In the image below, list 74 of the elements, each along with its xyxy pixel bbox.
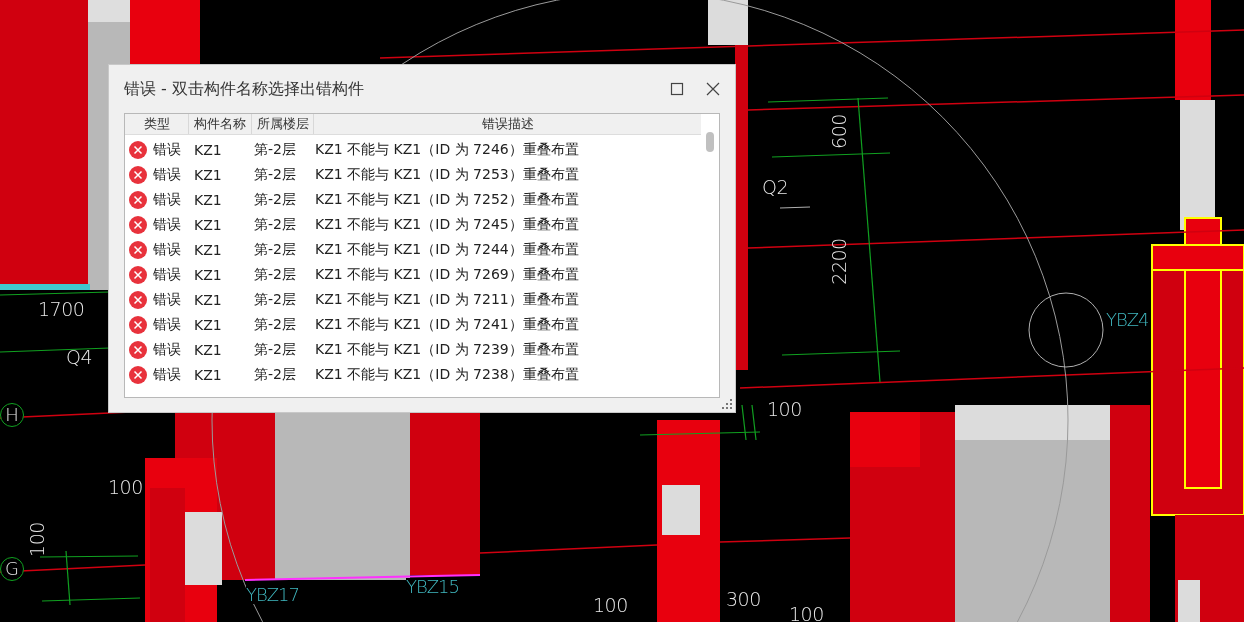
description-cell-text: KZ1 不能与 KZ1（ID 为 7252）重叠布置 [314, 190, 580, 209]
dimension-label: Q4 [66, 348, 93, 367]
type-cell: 错误 [153, 165, 181, 184]
dimension-label: 100 [27, 522, 47, 557]
type-cell: 错误 [153, 365, 181, 384]
description-cell-text: KZ1 不能与 KZ1（ID 为 7245）重叠布置 [314, 215, 580, 234]
floor-cell-text: 第-2层 [253, 240, 297, 259]
description-cell-text: KZ1 不能与 KZ1（ID 为 7244）重叠布置 [314, 240, 580, 259]
dimension-label: 2200 [829, 238, 849, 285]
column-header[interactable]: 所属楼层 [252, 114, 314, 134]
name-cell[interactable]: KZ1 [188, 316, 250, 333]
name-cell[interactable]: KZ1 [188, 141, 250, 158]
error-icon [129, 165, 147, 184]
type-cell: 错误 [153, 315, 181, 334]
name-cell[interactable]: KZ1 [188, 241, 250, 258]
type-cell: 错误 [153, 340, 181, 359]
floor-cell-text: 第-2层 [253, 165, 297, 184]
name-cell[interactable]: KZ1 [188, 166, 250, 183]
name-cell[interactable]: KZ1 [188, 216, 250, 233]
description-cell-text: KZ1 不能与 KZ1（ID 为 7269）重叠布置 [314, 265, 580, 284]
type-cell: 错误 [153, 240, 181, 259]
error-icon [129, 265, 147, 284]
type-cell: 错误 [153, 140, 181, 159]
grid-axis-marker: G [0, 557, 24, 581]
window-title: 错误 - 双击构件名称选择出错构件 [124, 78, 364, 100]
dimension-label: 1700 [38, 300, 85, 319]
dimension-label: 100 [767, 400, 802, 419]
error-icon [129, 215, 147, 234]
error-icon [129, 315, 147, 334]
resize-grip-icon[interactable] [722, 399, 732, 409]
floor-cell-text: 第-2层 [253, 365, 297, 384]
name-cell[interactable]: KZ1 [188, 191, 250, 208]
description-cell-text: KZ1 不能与 KZ1（ID 为 7246）重叠布置 [314, 140, 580, 159]
column-header[interactable]: 类型 [125, 114, 189, 134]
type-cell: 错误 [153, 190, 181, 209]
dimension-label: Q2 [762, 178, 789, 197]
description-cell-text: KZ1 不能与 KZ1（ID 为 7241）重叠布置 [314, 315, 580, 334]
error-icon [129, 240, 147, 259]
description-cell-text: KZ1 不能与 KZ1（ID 为 7239）重叠布置 [314, 340, 580, 359]
error-icon [129, 340, 147, 359]
name-cell[interactable]: KZ1 [188, 266, 250, 283]
error-icon [129, 140, 147, 159]
error-icon [129, 290, 147, 309]
grid-axis-marker: H [0, 403, 24, 427]
floor-cell-text: 第-2层 [253, 215, 297, 234]
close-icon [706, 82, 720, 96]
type-cell: 错误 [153, 215, 181, 234]
column-header[interactable]: 错误描述 [314, 114, 701, 134]
floor-cell-text: 第-2层 [253, 265, 297, 284]
dimension-label: 100 [789, 605, 824, 622]
component-tag: YBZ4 [1106, 311, 1149, 329]
floor-cell-text: 第-2层 [253, 290, 297, 309]
description-cell-text: KZ1 不能与 KZ1（ID 为 7211）重叠布置 [314, 290, 580, 309]
dimension-label: 100 [593, 596, 628, 615]
name-cell[interactable]: KZ1 [188, 291, 250, 308]
floor-cell-text: 第-2层 [253, 315, 297, 334]
dimension-label: 100 [108, 478, 143, 497]
name-cell[interactable]: KZ1 [188, 366, 250, 383]
floor-cell-text: 第-2层 [253, 190, 297, 209]
column-header[interactable]: 构件名称 [189, 114, 252, 134]
dimension-label: 600 [829, 114, 849, 149]
floor-cell-text: 第-2层 [253, 340, 297, 359]
type-cell: 错误 [153, 290, 181, 309]
type-cell: 错误 [153, 265, 181, 284]
error-icon [129, 190, 147, 209]
description-cell-text: KZ1 不能与 KZ1（ID 为 7238）重叠布置 [314, 365, 580, 384]
name-cell[interactable]: KZ1 [188, 341, 250, 358]
error-icon [129, 365, 147, 384]
component-tag: YBZ15 [406, 578, 460, 596]
floor-cell-text: 第-2层 [253, 140, 297, 159]
dimension-label: 300 [726, 590, 761, 609]
component-tag: YBZ17 [246, 586, 300, 604]
maximize-icon [670, 82, 684, 96]
description-cell-text: KZ1 不能与 KZ1（ID 为 7253）重叠布置 [314, 165, 580, 184]
